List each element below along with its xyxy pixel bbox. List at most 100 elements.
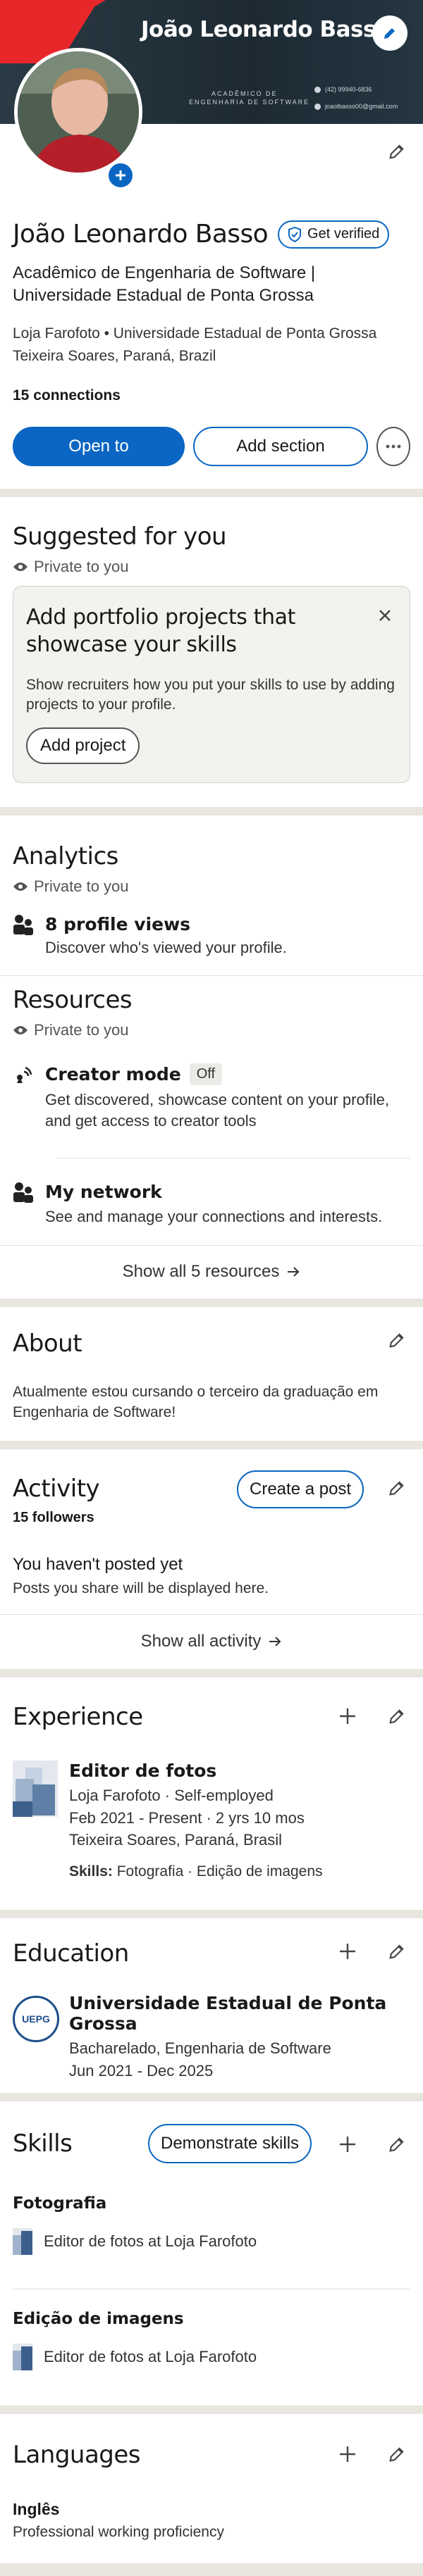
- resources-title: Resources: [13, 986, 133, 1014]
- private-label: Private to you: [13, 877, 129, 896]
- edit-about-button[interactable]: [385, 1328, 409, 1352]
- language-name: Inglês: [13, 2500, 60, 2518]
- close-icon: [379, 610, 391, 621]
- activity-section: Activity 15 followers Create a post You …: [0, 1449, 423, 1669]
- pencil-icon: [389, 144, 404, 159]
- phone-icon: [314, 86, 321, 93]
- education-section: Education UEPG Universidade Estadual de …: [0, 1918, 423, 2093]
- show-all-resources-button[interactable]: Show all 5 resources: [0, 1245, 423, 1299]
- edit-education-button[interactable]: [385, 1939, 409, 1963]
- add-experience-button[interactable]: [336, 1704, 360, 1728]
- about-text: Atualmente estou cursando o terceiro da …: [13, 1384, 379, 1421]
- creator-mode-item[interactable]: Creator mode Off Get discovered, showcas…: [13, 1063, 410, 1131]
- creator-mode-status-badge: Off: [189, 1063, 223, 1085]
- company-logo: [13, 2344, 32, 2370]
- suggested-section: Suggested for you Private to you Add por…: [0, 497, 423, 807]
- edit-languages-button[interactable]: [385, 2442, 409, 2466]
- plus-icon: [340, 1944, 355, 1959]
- company-logo: [13, 2228, 32, 2255]
- education-title: Education: [13, 1939, 129, 1968]
- banner-subtitle-1: ACADÊMICO DE: [212, 90, 278, 97]
- add-photo-button[interactable]: [106, 161, 135, 190]
- school-logo: UEPG: [13, 1996, 59, 2042]
- suggestion-title: Add portfolio projects that showcase you…: [26, 605, 295, 657]
- add-section-button[interactable]: Add section: [193, 427, 368, 466]
- arrow-right-icon: [269, 1637, 281, 1646]
- avatar[interactable]: [14, 48, 142, 176]
- pencil-icon: [384, 28, 395, 39]
- pencil-icon: [389, 1709, 404, 1724]
- pencil-icon: [389, 2447, 404, 2462]
- suggested-title: Suggested for you: [13, 523, 227, 551]
- profile-name: João Leonardo Basso: [13, 220, 269, 249]
- eye-icon: [13, 1026, 27, 1034]
- demonstrate-skills-button[interactable]: Demonstrate skills: [148, 2124, 312, 2163]
- no-posts-subtitle: Posts you share will be displayed here.: [13, 1580, 269, 1596]
- plus-icon: [340, 2137, 355, 2152]
- experience-title: Experience: [13, 1703, 143, 1731]
- edit-banner-button[interactable]: [372, 15, 407, 51]
- add-project-button[interactable]: Add project: [26, 727, 140, 764]
- plus-icon: [340, 1708, 355, 1724]
- plus-icon: [340, 2446, 355, 2462]
- banner-email: joaolbasso00@gmail.com: [314, 103, 398, 110]
- pencil-icon: [389, 2137, 404, 2152]
- activity-title: Activity: [13, 1475, 100, 1503]
- create-post-button[interactable]: Create a post: [237, 1470, 364, 1508]
- add-language-button[interactable]: [336, 2442, 360, 2466]
- eye-icon: [13, 563, 27, 571]
- company-line[interactable]: Loja Farofoto • Universidade Estadual de…: [13, 325, 376, 342]
- skill-item[interactable]: Fotografia Editor de fotos at Loja Farof…: [13, 2194, 410, 2255]
- add-skill-button[interactable]: [336, 2132, 360, 2156]
- languages-section: Languages Inglês Professional working pr…: [0, 2414, 423, 2563]
- broadcast-icon: [17, 1066, 32, 1083]
- show-all-activity-button[interactable]: Show all activity: [0, 1614, 423, 1669]
- edit-intro-button[interactable]: [385, 139, 409, 163]
- eye-icon: [13, 882, 27, 891]
- pencil-icon: [389, 1944, 404, 1959]
- plus-icon: [116, 170, 125, 180]
- skills-label: Skills:: [69, 1863, 113, 1880]
- analytics-section: Analytics Private to you 8 profile views…: [0, 815, 423, 976]
- skill-item[interactable]: Edição de imagens Editor de fotos at Loj…: [13, 2310, 410, 2370]
- banner-name: João Leonardo Basso: [141, 17, 391, 42]
- get-verified-button[interactable]: Get verified: [278, 220, 390, 249]
- experience-skills: Fotografia · Edição de imagens: [116, 1863, 323, 1880]
- experience-item[interactable]: Editor de fotos Loja Farofoto · Self-emp…: [69, 1761, 407, 1880]
- edit-experience-button[interactable]: [385, 1704, 409, 1728]
- location: Teixeira Soares, Paraná, Brazil: [13, 348, 216, 364]
- languages-title: Languages: [13, 2441, 141, 2469]
- education-item[interactable]: Universidade Estadual de Ponta Grossa Ba…: [69, 1993, 407, 2081]
- my-network-item[interactable]: My network See and manage your connectio…: [13, 1182, 382, 1227]
- edit-activity-button[interactable]: [385, 1476, 409, 1500]
- skills-title: Skills: [13, 2130, 73, 2158]
- people-icon: [13, 915, 33, 935]
- connections-count[interactable]: 15 connections: [13, 387, 121, 404]
- ellipsis-icon: [386, 444, 401, 449]
- email-icon: [314, 103, 321, 110]
- private-label: Private to you: [13, 1021, 132, 1039]
- portfolio-suggestion-card: Add portfolio projects that showcase you…: [13, 586, 410, 783]
- suggestion-text: Show recruiters how you put your skills …: [26, 677, 395, 713]
- about-section: About Atualmente estou cursando o tercei…: [0, 1307, 423, 1441]
- add-education-button[interactable]: [336, 1939, 360, 1963]
- company-logo: [13, 1761, 58, 1817]
- verified-shield-icon: [288, 226, 302, 242]
- skills-section: Skills Demonstrate skills Fotografia Edi…: [0, 2101, 423, 2406]
- more-options-button[interactable]: [376, 427, 410, 466]
- people-icon: [13, 1182, 33, 1203]
- private-label: Private to you: [13, 558, 226, 576]
- pencil-icon: [389, 1333, 404, 1348]
- edit-skills-button[interactable]: [385, 2132, 409, 2156]
- about-title: About: [13, 1330, 82, 1358]
- experience-section: Experience Editor de fotos Loja Farofoto…: [0, 1677, 423, 1910]
- open-to-button[interactable]: Open to: [13, 427, 185, 466]
- banner-phone: (42) 99940-6836: [314, 86, 372, 93]
- resources-section: Resources Private to you Creator mode Of…: [0, 976, 423, 1299]
- banner-subtitle-2: ENGENHARIA DE SOFTWARE: [189, 99, 310, 106]
- followers-count[interactable]: 15 followers: [13, 1510, 94, 1526]
- language-proficiency: Professional working proficiency: [13, 2524, 224, 2540]
- profile-card: João Leonardo Basso ACADÊMICO DE ENGENHA…: [0, 0, 423, 489]
- dismiss-suggestion-button[interactable]: [374, 605, 396, 626]
- profile-views-item[interactable]: 8 profile views Discover who's viewed yo…: [13, 914, 287, 958]
